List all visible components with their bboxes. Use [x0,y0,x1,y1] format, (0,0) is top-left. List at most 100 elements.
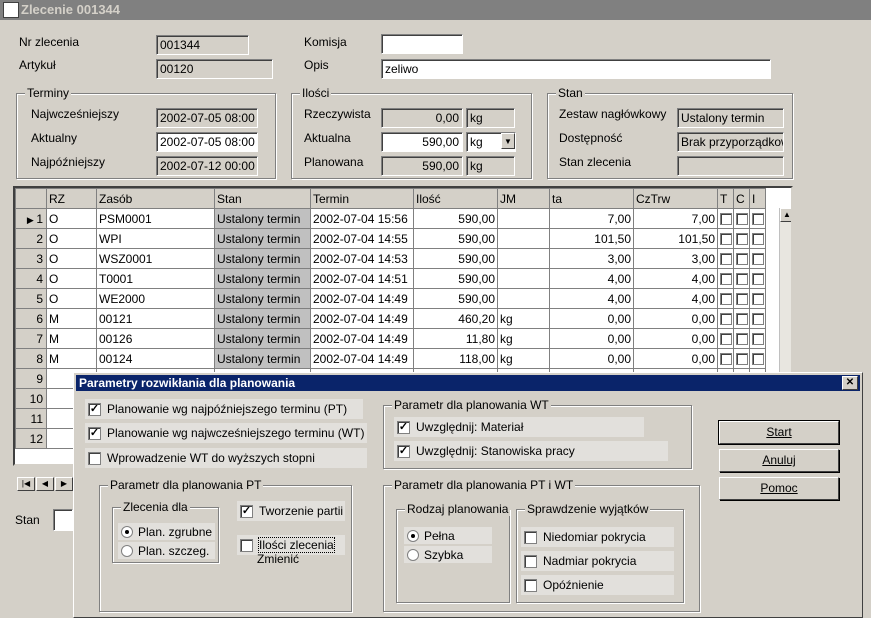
cell-flag[interactable] [733,328,750,349]
checkbox-icon[interactable] [719,253,732,266]
cell-flag[interactable] [717,348,734,369]
checkbox-icon[interactable] [751,273,764,286]
checkbox-icon[interactable] [735,273,748,286]
anuluj-button[interactable]: Anuluj [719,449,839,472]
table-row[interactable]: 3 O WSZ0001 Ustalony termin 2002-07-04 14:53… [15,248,766,269]
cell-cztrw[interactable]: 101,50 [633,228,718,249]
cell-jm[interactable] [497,268,550,289]
cell-jm[interactable]: kg [497,348,550,369]
cell-flag[interactable] [733,208,750,229]
najpozniejszy-field[interactable]: 2002-07-12 00:00 [156,156,258,176]
cell-termin[interactable]: 2002-07-04 14:51 [310,268,414,289]
cell-flag[interactable] [749,228,766,249]
table-row[interactable]: 2 O WPI Ustalony termin 2002-07-04 14:55 590,… [15,228,766,249]
window-title-bar[interactable]: Zlecenie 001344 [0,0,871,20]
nadmiar-checkbox[interactable]: Nadmiar pokrycia [521,551,674,571]
cell-cztrw[interactable]: 7,00 [633,208,718,229]
checkbox-icon[interactable] [719,313,732,326]
checkbox-icon[interactable] [751,333,764,346]
table-row[interactable]: ▶ 1 O PSM0001 Ustalony termin 2002-07-04 15:… [15,208,766,229]
cell-flag[interactable] [749,268,766,289]
row-number[interactable]: 10 [15,388,47,409]
cell-flag[interactable] [749,308,766,329]
cell-ta[interactable]: 0,00 [549,308,634,329]
col-header-ta[interactable]: ta [549,188,634,209]
plan-szczeg-radio[interactable]: Plan. szczeg. [118,542,215,559]
cell-ta[interactable]: 4,00 [549,288,634,309]
cell-termin[interactable]: 2002-07-04 15:56 [310,208,414,229]
row-indicator[interactable]: 3 [15,248,47,269]
checkbox-icon[interactable] [719,353,732,366]
wt-material-checkbox[interactable]: ✓ Uwzględnij: Materiał [394,417,644,437]
cell-stan[interactable]: Ustalony termin [214,268,311,289]
first-record-icon[interactable]: |◀ [17,477,35,491]
checkbox-icon[interactable] [751,353,764,366]
table-row[interactable]: 8 M 00124 Ustalony termin 2002-07-04 14:49 11… [15,348,766,369]
plan-zgrubne-radio[interactable]: Plan. zgrubne [118,523,215,540]
cell-stan[interactable]: Ustalony termin [214,348,311,369]
cell-rz[interactable]: M [46,308,97,329]
cell-flag[interactable] [733,288,750,309]
dostepnosc-field[interactable]: Brak przyporządkow [677,132,784,152]
cell-cztrw[interactable]: 3,00 [633,248,718,269]
cell-ta[interactable]: 0,00 [549,348,634,369]
col-header-cztrw[interactable]: CzTrw [633,188,718,209]
cell-flag[interactable] [733,228,750,249]
col-header-termin[interactable]: Termin [310,188,414,209]
cell-flag[interactable] [733,268,750,289]
table-row[interactable]: 7 M 00126 Ustalony termin 2002-07-04 14:49 11… [15,328,766,349]
aktualna-input[interactable]: 590,00 [381,132,463,152]
checkbox-icon[interactable] [751,253,764,266]
cell-zasob[interactable]: WE2000 [96,288,215,309]
cell-ta[interactable]: 7,00 [549,208,634,229]
row-indicator[interactable]: 6 [15,308,47,329]
stan-zlecenia-field[interactable] [677,156,784,176]
cell-termin[interactable]: 2002-07-04 14:49 [310,348,414,369]
row-indicator[interactable]: 7 [15,328,47,349]
cell-rz[interactable]: O [46,208,97,229]
cell-flag[interactable] [749,328,766,349]
dialog-title-bar[interactable]: Parametry rozwikłania dla planowania ✕ [76,375,860,391]
cell-rz[interactable]: M [46,348,97,369]
niedomiar-checkbox[interactable]: Niedomiar pokrycia [521,527,674,547]
pomoc-button[interactable]: Pomoc [719,477,839,500]
col-header-t[interactable]: T [717,188,734,209]
chevron-down-icon[interactable]: ▼ [501,133,515,149]
row-indicator[interactable]: 4 [15,268,47,289]
wt-stanowiska-checkbox[interactable]: ✓ Uwzględnij: Stanowiska pracy [394,441,668,461]
cell-ilosc[interactable]: 11,80 [413,328,498,349]
checkbox-icon[interactable] [735,233,748,246]
checkbox-icon[interactable] [719,293,732,306]
cell-ilosc[interactable]: 590,00 [413,268,498,289]
cell-cztrw[interactable]: 0,00 [633,308,718,329]
cell-jm[interactable] [497,208,550,229]
najwczesniejszy-field[interactable]: 2002-07-05 08:00 [156,108,258,128]
cell-termin[interactable]: 2002-07-04 14:49 [310,288,414,309]
checkbox-icon[interactable] [719,333,732,346]
start-button[interactable]: Start [718,420,840,445]
checkbox-icon[interactable] [751,233,764,246]
scroll-up-icon[interactable]: ▲ [780,208,791,222]
cell-flag[interactable] [717,308,734,329]
cell-ta[interactable]: 4,00 [549,268,634,289]
szybka-radio[interactable]: Szybka [404,546,492,563]
komisja-input[interactable] [381,34,463,54]
table-row[interactable]: 5 O WE2000 Ustalony termin 2002-07-04 14:49 5… [15,288,766,309]
cell-flag[interactable] [717,288,734,309]
cell-termin[interactable]: 2002-07-04 14:49 [310,328,414,349]
cell-jm[interactable] [497,288,550,309]
row-number[interactable]: 11 [15,408,47,429]
cell-flag[interactable] [717,328,734,349]
cell-zasob[interactable]: WSZ0001 [96,248,215,269]
cell-rz[interactable]: O [46,268,97,289]
cell-termin[interactable]: 2002-07-04 14:55 [310,228,414,249]
checkbox-icon[interactable] [719,233,732,246]
checkbox-icon[interactable] [735,333,748,346]
table-row[interactable]: 6 M 00121 Ustalony termin 2002-07-04 14:49 46… [15,308,766,329]
cell-stan[interactable]: Ustalony termin [214,308,311,329]
opt-pt-checkbox[interactable]: ✓ Planowanie wg najpóźniejszego terminu (… [85,399,363,419]
col-header-stan[interactable]: Stan [214,188,311,209]
checkbox-icon[interactable] [751,293,764,306]
checkbox-icon[interactable] [735,293,748,306]
cell-stan[interactable]: Ustalony termin [214,208,311,229]
